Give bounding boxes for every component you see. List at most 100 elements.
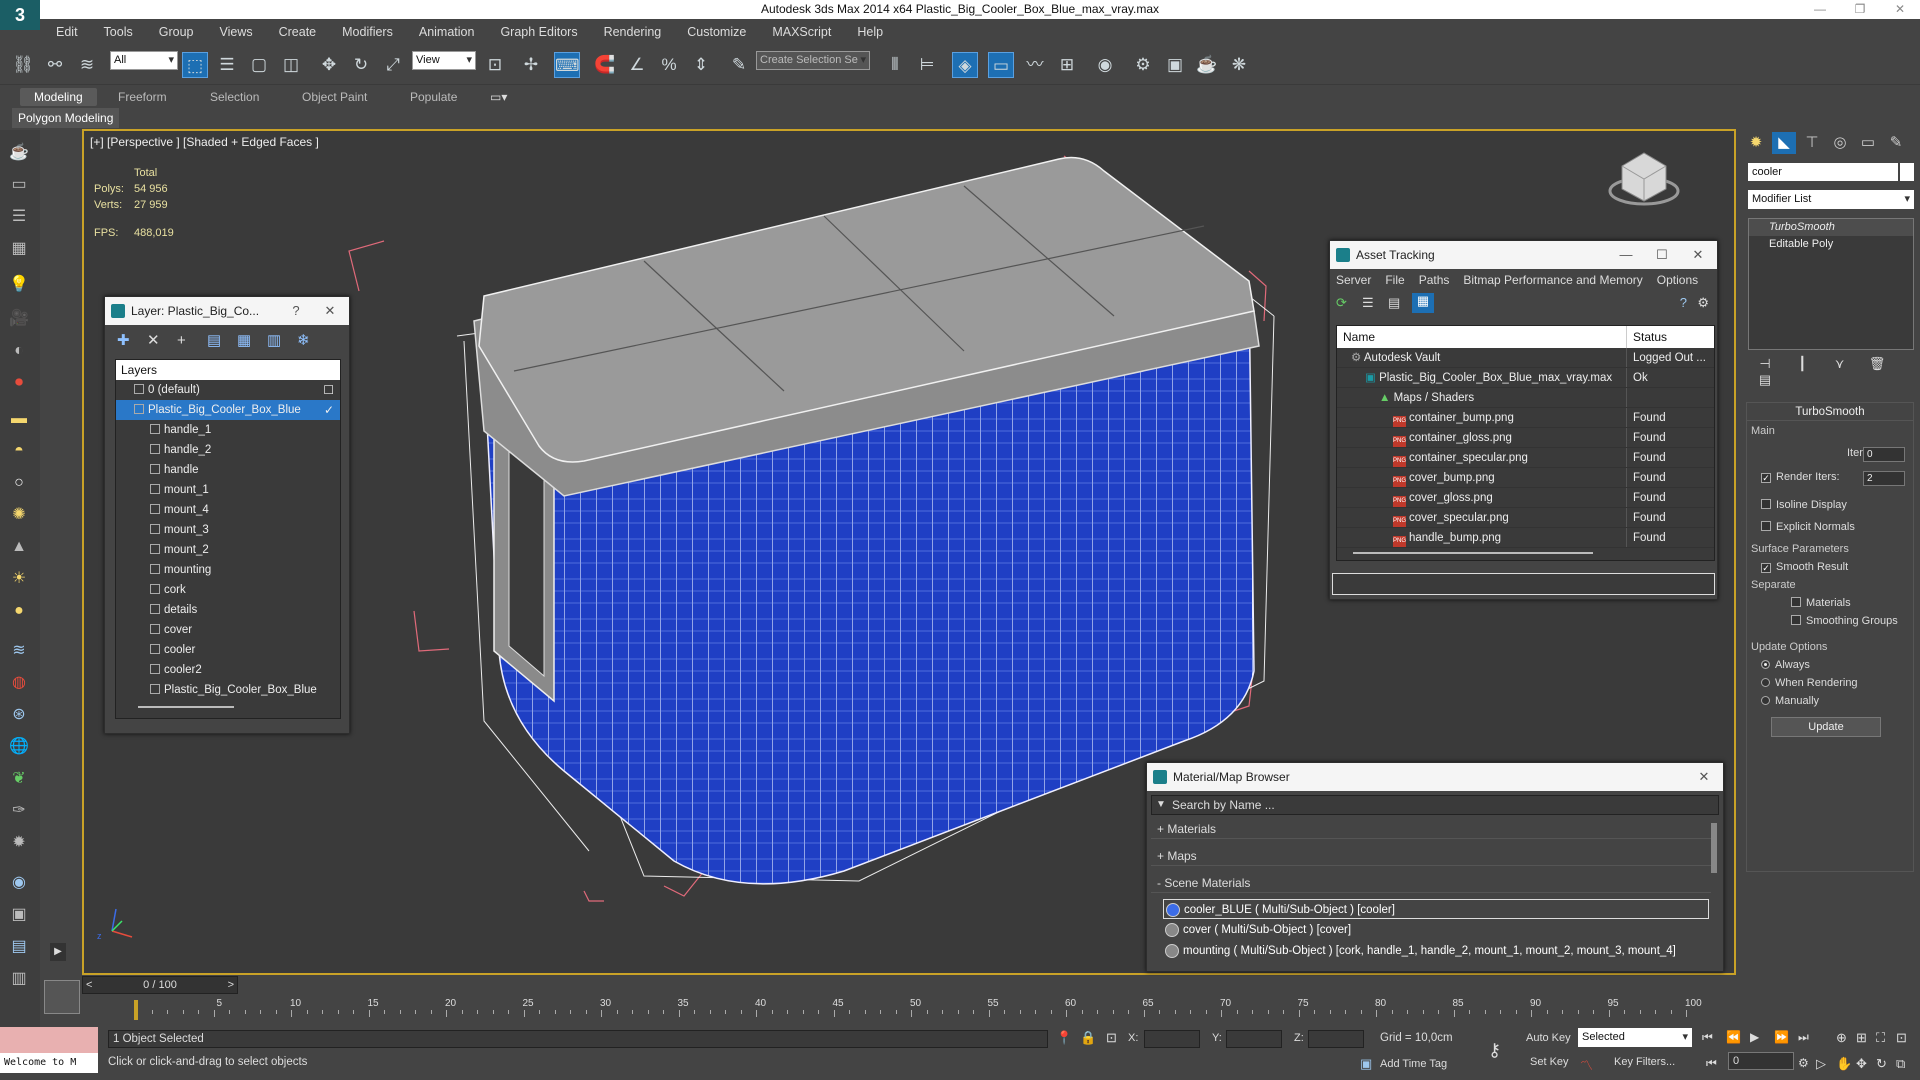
material-panel-titlebar[interactable]: Material/Map Browser ✕ [1147, 763, 1723, 791]
layer-row[interactable]: 0 (default) ☐ [116, 380, 340, 400]
close-icon[interactable]: ✕ [1683, 241, 1713, 269]
rendered-frame-window-icon[interactable]: ▣ [1162, 52, 1188, 78]
object-name-field[interactable]: cooler [1748, 163, 1898, 181]
section-maps[interactable]: + Maps [1151, 846, 1711, 866]
viewport-label[interactable]: [+] [Perspective ] [Shaded + Edged Faces… [90, 135, 319, 149]
vertical-scrollbar[interactable] [1711, 823, 1717, 873]
grid-icon[interactable]: ▦ [6, 236, 32, 262]
ribbon-options-icon[interactable]: ▭▾ [490, 88, 507, 106]
stack-item-editable-poly[interactable]: Editable Poly [1749, 236, 1913, 253]
render-icon[interactable]: ▤ [6, 934, 32, 960]
select-and-link-icon[interactable]: ⛓ [10, 52, 36, 78]
ribbon-tab-object-paint[interactable]: Object Paint [302, 88, 367, 106]
render-setup-icon[interactable]: ⚙ [1130, 52, 1156, 78]
window-crossing-icon[interactable]: ◫ [278, 52, 304, 78]
align-icon[interactable]: ⊨ [914, 52, 940, 78]
curve-editor-icon[interactable]: 〰 [1022, 52, 1048, 78]
box-light-icon[interactable]: ▬ [6, 406, 32, 432]
time-slider[interactable]: < 0 / 100 > [82, 976, 238, 994]
spot-icon[interactable]: ▲ [6, 534, 32, 560]
menu-modifiers[interactable]: Modifiers [342, 25, 393, 39]
layer-row[interactable]: cooler [116, 640, 340, 660]
zoom-extents-icon[interactable]: ⛶ [1876, 1030, 1885, 1046]
maximize-viewport-icon[interactable]: ⧉ [1896, 1056, 1905, 1072]
spinner-snap-icon[interactable]: ⇕ [688, 52, 714, 78]
highlight-layer-icon[interactable]: ▦ [237, 331, 267, 349]
camera-icon[interactable]: 🎥 [6, 306, 32, 332]
create-layer-icon[interactable]: ✚ [117, 331, 147, 349]
select-manipulate-icon[interactable]: ✢ [518, 52, 544, 78]
configure-modifiers-icon[interactable]: ▤ [1748, 372, 1782, 388]
ies-light-icon[interactable]: ✺ [6, 502, 32, 528]
orbit-icon[interactable]: ↻ [1876, 1056, 1887, 1072]
layer-explorer-icon[interactable]: ◈ [952, 52, 978, 78]
modify-tab-icon[interactable]: ◣ [1772, 132, 1796, 154]
app-logo-icon[interactable]: 3 [0, 0, 40, 30]
z-coordinate-field[interactable] [1308, 1030, 1364, 1048]
helper-icon[interactable]: ◐ [6, 338, 32, 364]
key-filters-button[interactable]: Key Filters... [1614, 1056, 1675, 1068]
rotate-icon[interactable]: ↻ [348, 52, 374, 78]
utilities-tab-icon[interactable]: ✎ [1884, 132, 1908, 154]
layer-row[interactable]: mount_4 [116, 500, 340, 520]
y-coordinate-field[interactable] [1226, 1030, 1282, 1048]
layer-row[interactable]: details [116, 600, 340, 620]
refresh-icon[interactable]: ⟳ [1336, 295, 1347, 311]
light-icon[interactable]: 💡 [6, 272, 32, 298]
mesher-icon[interactable]: ◍ [6, 670, 32, 696]
radio-manually[interactable]: Manually [1761, 695, 1819, 707]
layer-row[interactable]: mount_2 [116, 540, 340, 560]
material-item[interactable]: mounting ( Multi/Sub-Object ) [cork, han… [1163, 941, 1709, 961]
selection-filter-dropdown[interactable]: All [110, 51, 178, 70]
show-end-result-icon[interactable]: ┃ [1785, 356, 1819, 372]
mirror-icon[interactable]: ⫴ [882, 52, 908, 78]
col-status[interactable]: Status [1627, 326, 1667, 348]
time-config-icon[interactable]: ⚙ [1798, 1056, 1809, 1070]
minimize-icon[interactable]: — [1800, 0, 1840, 19]
timeline[interactable]: 0510152025303540455055606570758085909510… [130, 996, 1702, 1024]
named-selection-field[interactable]: Create Selection Se [756, 51, 870, 70]
object-color-swatch[interactable] [1900, 163, 1914, 181]
layers-header[interactable]: Layers [116, 360, 340, 380]
layer-panel-titlebar[interactable]: Layer: Plastic_Big_Co... ? ✕ [105, 297, 349, 325]
sphere-light-icon[interactable]: ○ [6, 470, 32, 496]
asset-row[interactable]: PNG cover_gloss.png Found [1337, 488, 1714, 508]
minimize-icon[interactable]: — [1611, 241, 1641, 269]
close-icon[interactable]: ✕ [315, 297, 345, 325]
display-tab-icon[interactable]: ▭ [1856, 132, 1880, 154]
stack-item-turbosmooth[interactable]: TurboSmooth [1749, 219, 1913, 236]
globe-icon[interactable]: 🌐 [6, 734, 32, 760]
plant-icon[interactable]: ❦ [6, 766, 32, 792]
snaps-toggle-icon[interactable]: 🧲 [592, 52, 618, 78]
asset-menu-options[interactable]: Options [1657, 273, 1698, 287]
bind-space-warp-icon[interactable]: ≋ [74, 52, 100, 78]
frame-buffer-icon[interactable]: ▣ [6, 902, 32, 928]
prev-frame-icon[interactable]: < [86, 977, 92, 993]
set-key-button[interactable]: Set Key [1530, 1056, 1569, 1068]
material-item[interactable]: cooler_BLUE ( Multi/Sub-Object ) [cooler… [1163, 899, 1709, 919]
menu-animation[interactable]: Animation [419, 25, 475, 39]
doc-icon[interactable]: ▥ [6, 966, 32, 992]
asset-row[interactable]: PNG handle_bump.png Found [1337, 528, 1714, 548]
asset-menu-server[interactable]: Server [1336, 273, 1371, 287]
auto-key-button[interactable]: Auto Key [1526, 1032, 1571, 1044]
ribbon-panel-polygon-modeling[interactable]: Polygon Modeling [12, 108, 120, 128]
asset-row[interactable]: PNG container_bump.png Found [1337, 408, 1714, 428]
material-search-input[interactable]: ▼ Search by Name ... [1151, 795, 1719, 815]
video-icon[interactable]: ⏺ [6, 370, 32, 396]
reference-coordinate-dropdown[interactable]: View [412, 51, 476, 70]
asset-panel-titlebar[interactable]: Asset Tracking — ☐ ✕ [1330, 241, 1717, 269]
layer-row[interactable]: cover [116, 620, 340, 640]
x-coordinate-field[interactable] [1144, 1030, 1200, 1048]
material-item[interactable]: cover ( Multi/Sub-Object ) [cover] [1163, 920, 1709, 940]
motion-tab-icon[interactable]: ◎ [1828, 132, 1852, 154]
zoom-extents-all-icon[interactable]: ⊡ [1896, 1030, 1907, 1046]
active-layer-check-icon[interactable]: ✓ [324, 400, 334, 420]
freeze-layers-icon[interactable]: ❄ [297, 331, 327, 349]
menu-rendering[interactable]: Rendering [604, 25, 662, 39]
vault-help-icon[interactable]: ? [1680, 295, 1687, 310]
render-production-icon[interactable]: ☕ [1194, 52, 1220, 78]
zoom-icon[interactable]: ⊕ [1836, 1030, 1847, 1046]
modifier-list-dropdown[interactable]: Modifier List [1748, 190, 1914, 209]
layer-row[interactable]: handle [116, 460, 340, 480]
